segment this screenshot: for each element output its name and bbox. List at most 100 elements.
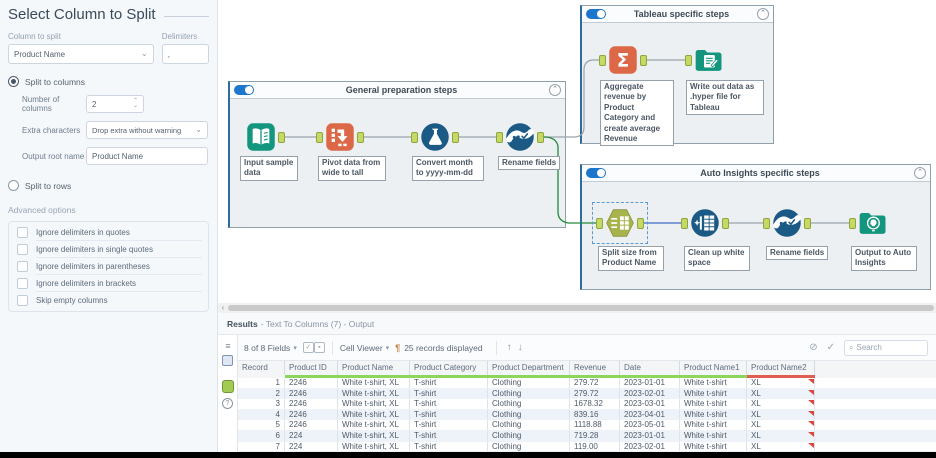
- tool-output-data[interactable]: [685, 45, 733, 75]
- horizontal-scrollbar[interactable]: ‹: [218, 303, 936, 313]
- table-cell[interactable]: XL: [747, 431, 815, 441]
- select-fields-icon[interactable]: ✓: [303, 342, 314, 353]
- container-enable-toggle[interactable]: [586, 168, 606, 178]
- input-anchor[interactable]: [316, 132, 323, 143]
- output-anchor[interactable]: [637, 218, 644, 229]
- table-cell[interactable]: 3: [238, 399, 285, 409]
- table-cell[interactable]: Clothing: [488, 420, 570, 430]
- tool-data-cleansing[interactable]: [681, 208, 729, 238]
- tool-annotation[interactable]: Convert month to yyyy-mm-dd: [412, 156, 484, 181]
- output-anchor[interactable]: [804, 218, 811, 229]
- table-cell[interactable]: 1: [238, 378, 285, 388]
- table-row[interactable]: 52246White t-shirt, XLT-shirtClothing111…: [238, 420, 936, 431]
- checkbox-ignore-brackets[interactable]: Ignore delimiters in brackets: [17, 275, 202, 292]
- table-cell[interactable]: T-shirt: [410, 389, 488, 399]
- column-header[interactable]: Product Name1: [680, 361, 747, 375]
- workflow-canvas[interactable]: General preparation steps ⌃ Tableau spec…: [218, 0, 936, 303]
- collapse-button[interactable]: ⌃: [549, 84, 561, 96]
- input-anchor[interactable]: [681, 218, 688, 229]
- metadata-view-icon[interactable]: ≡: [218, 341, 238, 351]
- output-anchor[interactable]: [452, 132, 459, 143]
- container-enable-toggle[interactable]: [234, 85, 254, 95]
- scroll-down-icon[interactable]: ↓: [518, 342, 523, 353]
- tool-select[interactable]: [496, 122, 544, 152]
- tool-annotation[interactable]: Input sample data: [240, 156, 298, 181]
- table-row[interactable]: 7224White t-shirt, XLT-shirtClothing119.…: [238, 442, 936, 453]
- table-cell[interactable]: XL: [747, 389, 815, 399]
- tool-input-data[interactable]: [237, 122, 285, 152]
- table-cell[interactable]: 2023-01-01: [620, 378, 680, 388]
- table-cell[interactable]: 1678.32: [570, 399, 620, 409]
- scroll-left-icon[interactable]: ‹: [218, 303, 228, 313]
- number-of-columns-stepper[interactable]: 2 ⌃⌄: [86, 95, 144, 113]
- table-cell[interactable]: T-shirt: [410, 410, 488, 420]
- table-cell[interactable]: 6: [238, 431, 285, 441]
- delimiters-input[interactable]: ,: [162, 44, 209, 64]
- output-anchor[interactable]: [278, 132, 285, 143]
- split-to-columns-radio[interactable]: Split to columns: [8, 76, 209, 87]
- checkbox-skip-empty-columns[interactable]: Skip empty columns: [17, 292, 202, 309]
- tool-text-to-columns[interactable]: [596, 208, 644, 238]
- table-cell[interactable]: Clothing: [488, 378, 570, 388]
- tool-annotation[interactable]: Split size from Product Name: [598, 246, 664, 271]
- table-cell[interactable]: White t-shirt: [680, 420, 747, 430]
- table-cell[interactable]: Clothing: [488, 399, 570, 409]
- table-cell[interactable]: T-shirt: [410, 442, 488, 452]
- input-anchor[interactable]: [496, 132, 503, 143]
- tool-annotation[interactable]: Rename fields: [498, 156, 560, 170]
- tool-formula[interactable]: [411, 122, 459, 152]
- stepper-arrows-icon[interactable]: ⌃⌄: [133, 99, 138, 109]
- container-general-preparation[interactable]: General preparation steps ⌃: [228, 81, 566, 228]
- table-cell[interactable]: White t-shirt: [680, 389, 747, 399]
- table-cell[interactable]: XL: [747, 399, 815, 409]
- table-cell[interactable]: 2023-02-01: [620, 389, 680, 399]
- tool-annotation[interactable]: Rename fields: [766, 246, 828, 260]
- table-cell[interactable]: 2: [238, 389, 285, 399]
- output-anchor[interactable]: [537, 132, 544, 143]
- column-header[interactable]: Date: [620, 361, 680, 375]
- table-cell[interactable]: White t-shirt, XL: [338, 378, 410, 388]
- table-cell[interactable]: 119.00: [570, 442, 620, 452]
- table-cell[interactable]: 839.16: [570, 410, 620, 420]
- table-cell[interactable]: White t-shirt, XL: [338, 410, 410, 420]
- table-cell[interactable]: XL: [747, 442, 815, 452]
- fields-dropdown[interactable]: 8 of 8 Fields ▾: [244, 343, 297, 353]
- table-cell[interactable]: White t-shirt, XL: [338, 442, 410, 452]
- table-cell[interactable]: 224: [285, 431, 338, 441]
- table-cell[interactable]: Clothing: [488, 410, 570, 420]
- whitespace-toggle-icon[interactable]: ¶: [395, 343, 400, 353]
- column-header[interactable]: Product Category: [410, 361, 488, 375]
- column-header[interactable]: Revenue: [570, 361, 620, 375]
- table-cell[interactable]: White t-shirt, XL: [338, 431, 410, 441]
- table-row[interactable]: 32246White t-shirt, XLT-shirtClothing167…: [238, 399, 936, 410]
- column-header[interactable]: Product Name: [338, 361, 410, 375]
- table-cell[interactable]: White t-shirt: [680, 431, 747, 441]
- checkbox-ignore-parentheses[interactable]: Ignore delimiters in parentheses: [17, 258, 202, 275]
- search-input[interactable]: ⌕ Search: [844, 340, 928, 356]
- table-cell[interactable]: 2023-04-01: [620, 410, 680, 420]
- input-anchor[interactable]: [596, 218, 603, 229]
- table-cell[interactable]: 279.72: [570, 378, 620, 388]
- table-cell[interactable]: White t-shirt, XL: [338, 399, 410, 409]
- table-cell[interactable]: White t-shirt, XL: [338, 420, 410, 430]
- tool-annotation[interactable]: Pivot data from wide to tall: [318, 156, 386, 181]
- tool-annotation[interactable]: Aggregate revenue by Product Category an…: [600, 80, 674, 146]
- table-cell[interactable]: 2023-02-01: [620, 442, 680, 452]
- table-row[interactable]: 42246White t-shirt, XLT-shirtClothing839…: [238, 410, 936, 421]
- table-cell[interactable]: White t-shirt: [680, 410, 747, 420]
- deselect-fields-icon[interactable]: ▪: [314, 342, 325, 353]
- column-header[interactable]: Record: [238, 361, 285, 375]
- tool-annotation[interactable]: Clean up white space: [684, 246, 750, 271]
- table-cell[interactable]: 2023-01-01: [620, 431, 680, 441]
- table-cell[interactable]: 719.28: [570, 431, 620, 441]
- table-cell[interactable]: 2246: [285, 399, 338, 409]
- split-to-rows-radio[interactable]: Split to rows: [8, 180, 209, 191]
- column-to-split-dropdown[interactable]: Product Name ⌄: [8, 44, 154, 64]
- input-anchor[interactable]: [599, 55, 606, 66]
- table-cell[interactable]: 224: [285, 442, 338, 452]
- table-cell[interactable]: 1118.88: [570, 420, 620, 430]
- table-cell[interactable]: 279.72: [570, 389, 620, 399]
- tool-output-auto-insights[interactable]: [849, 208, 897, 238]
- output-anchor[interactable]: [722, 218, 729, 229]
- table-cell[interactable]: XL: [747, 410, 815, 420]
